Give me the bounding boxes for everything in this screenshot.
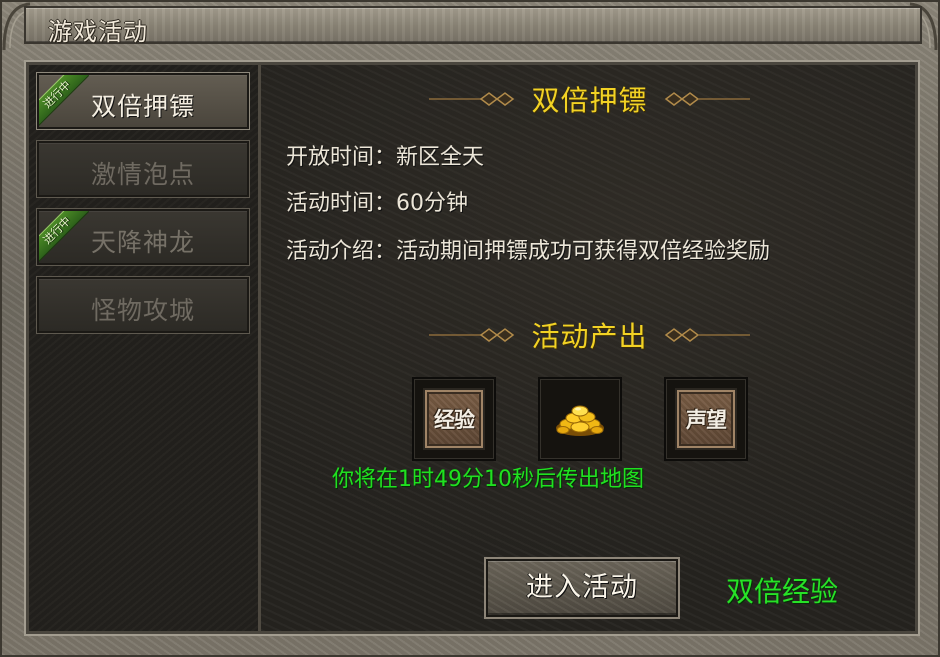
gold-coins-icon [556,405,604,436]
tab-passion-afk-points[interactable]: 激情泡点 [36,140,250,198]
info-label: 开放时间： [286,145,397,170]
heading-ornament-left-icon [429,328,515,342]
teleport-countdown: 你将在1时49分10秒后传出地图 [332,467,644,492]
tab-monster-siege[interactable]: 怪物攻城 [36,276,250,334]
tab-descending-dragon[interactable]: 进行中 天降神龙 [36,208,250,266]
exp-stone-icon: 经验 [423,388,485,450]
reward-slot-gold[interactable] [538,377,622,461]
enter-activity-button[interactable]: 进入活动 [484,557,680,619]
heading-ornament-right-icon [664,328,750,342]
tab-double-escort[interactable]: 进行中 双倍押镖 [36,72,250,130]
info-open-time: 开放时间：新区全天 [286,139,484,171]
reward-slot-exp[interactable]: 经验 [412,377,496,461]
tab-label: 双倍押镖 [90,92,195,121]
info-description: 活动介绍：活动期间押镖成功可获得双倍经验奖励 [286,233,770,265]
reward-slot-prestige[interactable]: 声望 [664,377,748,461]
title-bar[interactable]: 游戏活动 [24,6,922,46]
tab-label: 激情泡点 [90,160,195,189]
activity-title: 双倍押镖 [531,84,648,117]
activity-content: 双倍押镖 开放时间：新区全天 活动时间：60分钟 活动介绍：活动期间押镖成功可获… [264,65,915,631]
activity-panel: 进行中 双倍押镖 激情泡点 进行中 天降神龙 怪物攻城 双倍押镖 开放时间：新区… [24,60,920,636]
activity-heading: 双倍押镖 [264,79,915,119]
heading-ornament-right-icon [664,92,750,106]
info-value: 60分钟 [396,191,469,216]
info-value: 活动期间押镖成功可获得双倍经验奖励 [396,239,771,264]
prestige-stone-icon: 声望 [675,388,737,450]
info-duration: 活动时间：60分钟 [286,185,468,217]
window-frame: 游戏活动 进行中 双倍押镖 激情泡点 进行中 天降神龙 怪物攻城 双倍押镖 开放… [0,0,940,657]
info-value: 新区全天 [396,145,485,170]
tab-label: 怪物攻城 [90,296,195,325]
window-title: 游戏活动 [48,18,148,46]
info-label: 活动时间： [286,191,397,216]
double-exp-label: 双倍经验 [726,575,839,608]
heading-ornament-left-icon [429,92,515,106]
activity-sidebar: 进行中 双倍押镖 激情泡点 进行中 天降神龙 怪物攻城 [29,65,261,631]
info-label: 活动介绍： [286,239,397,264]
rewards-title: 活动产出 [531,320,648,353]
tab-label: 天降神龙 [90,228,195,257]
rewards-heading: 活动产出 [264,315,915,355]
